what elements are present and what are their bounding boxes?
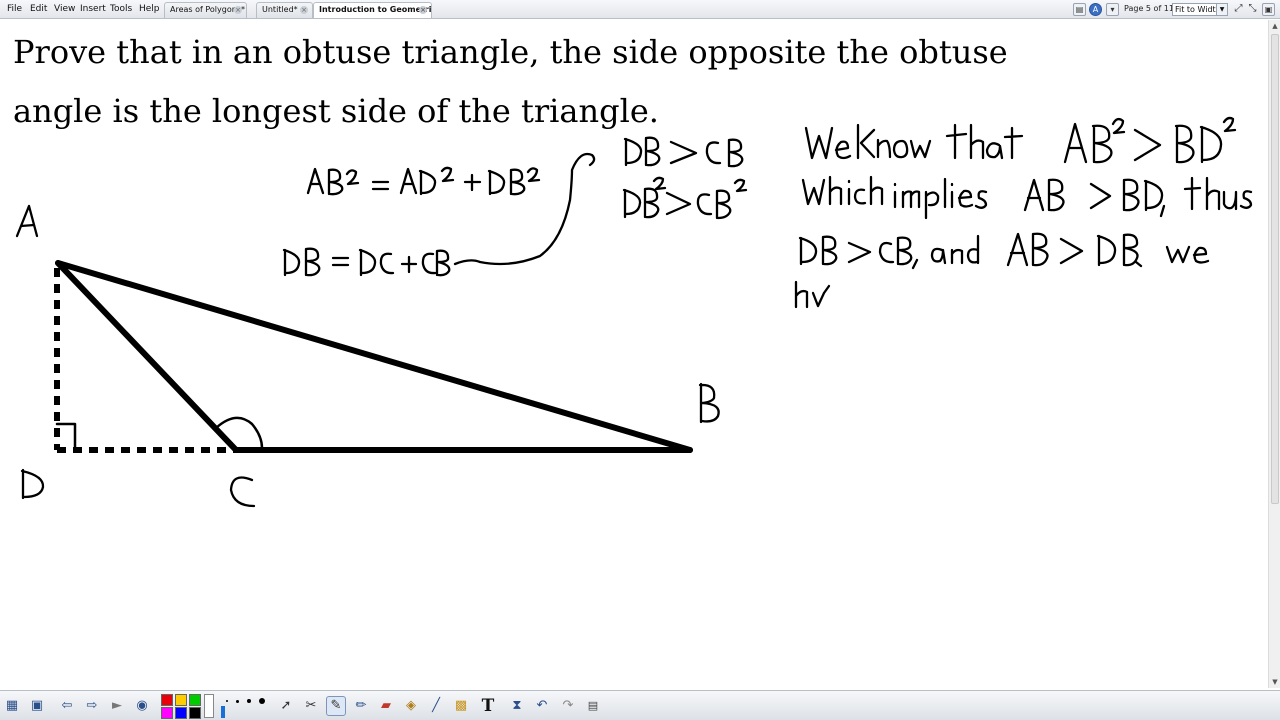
page-menu-icon[interactable]: ▾ [1106,3,1119,16]
play-icon[interactable]: ► [107,696,127,716]
next-page-icon[interactable]: ⇨ [82,696,102,716]
tab-introduction-to-geometri[interactable]: Introduction to Geometri* × [313,2,432,18]
color-swatch-yellow[interactable] [175,694,187,706]
screen-capture-icon[interactable]: ◉ [132,696,152,716]
shape-fill-icon[interactable]: ◈ [401,696,421,716]
eraser-icon[interactable]: ▰ [376,696,396,716]
label-b [698,382,720,424]
page-indicator: Page 5 of 11 [1124,4,1174,13]
pen-width-fine[interactable] [226,700,228,702]
inequality-squares [622,176,748,220]
close-icon[interactable]: × [234,6,242,14]
window-icon[interactable]: ▣ [1262,3,1275,16]
note-line-1 [804,116,1237,164]
bottom-toolbar: ▦ ▣ ⇦ ⇨ ► ◉ ➚ ✂ ✎ ✏ ▰ ◈ ╱ ▩ T ⧗ ↶ ↷ ▤ [0,690,1280,720]
gallery-icon[interactable]: ▣ [27,696,47,716]
scroll-up-icon[interactable]: ▲ [1270,21,1280,31]
zoom-select[interactable]: Fit to Width ▼ [1172,3,1228,16]
share-icon[interactable]: A [1089,3,1102,16]
inequality-db-cb [623,136,744,168]
current-color-indicator[interactable] [204,694,214,718]
side-ab [55,260,693,453]
pen-width-large[interactable] [259,698,265,704]
triangle-figure [54,260,693,453]
undo-icon[interactable]: ↶ [532,696,552,716]
note-line-2 [801,175,1253,220]
ink-layer [15,116,1253,508]
redo-icon[interactable]: ↷ [558,696,578,716]
text-icon[interactable]: T [478,696,498,716]
expand-icon[interactable]: ⤡ [1246,3,1259,16]
equation-db-sum [282,247,451,277]
label-c [229,476,256,508]
tools-icon[interactable]: ✂ [301,696,321,716]
stamp-icon[interactable]: ▩ [451,696,471,716]
menu-edit[interactable]: Edit [30,4,47,14]
pen-icon[interactable]: ✎ [326,696,346,716]
label-d [20,468,45,500]
tab-areas-of-polygons[interactable]: Areas of Polygons* × [164,2,247,18]
menu-help[interactable]: Help [139,4,160,14]
title-bar: File Edit View Insert Tools Help Areas o… [0,0,1280,19]
menu-insert[interactable]: Insert [80,4,106,14]
tab-untitled[interactable]: Untitled* × [256,2,313,18]
menu-file[interactable]: File [7,4,22,14]
note-line-4 [794,280,831,309]
scroll-down-icon[interactable]: ▼ [1270,677,1280,687]
vertical-scrollbar[interactable]: ▲ ▼ [1268,20,1280,688]
color-swatch-green[interactable] [189,694,201,706]
menu-tools[interactable]: Tools [110,4,132,14]
pen-width-small[interactable] [236,700,239,703]
select-icon[interactable]: ➚ [276,696,296,716]
page-view-icon[interactable]: ▤ [1073,3,1086,16]
color-swatch-red[interactable] [161,694,173,706]
scroll-thumb[interactable] [1271,34,1279,504]
whiteboard-canvas[interactable]: Prove that in an obtuse triangle, the si… [0,20,1268,688]
pages-icon[interactable]: ▦ [2,696,22,716]
menu-view[interactable]: View [54,4,75,14]
previous-page-icon[interactable]: ⇦ [57,696,77,716]
highlighter-icon[interactable]: ✏ [351,696,371,716]
tab-label: Untitled* [262,5,298,14]
spacer-icon[interactable]: ⧗ [507,696,527,716]
tab-label: Introduction to Geometri* [319,5,432,14]
chevron-down-icon: ▼ [1216,4,1227,15]
fullscreen-icon[interactable]: ⤢ [1232,3,1245,16]
pen-width-selected-indicator [221,706,225,718]
note-line-3 [798,232,1210,270]
color-swatch-black[interactable] [189,707,201,719]
line-icon[interactable]: ╱ [426,696,446,716]
pen-width-medium[interactable] [247,699,251,703]
connector-arrow [453,152,596,266]
close-icon[interactable]: × [300,6,308,14]
zoom-value: Fit to Width [1175,5,1221,14]
menu-icon[interactable]: ▤ [583,696,603,716]
color-swatch-blue[interactable] [175,707,187,719]
close-icon[interactable]: × [419,6,427,14]
color-swatch-magenta[interactable] [161,707,173,719]
label-a [15,204,39,238]
equation-pythagorean [306,166,541,196]
